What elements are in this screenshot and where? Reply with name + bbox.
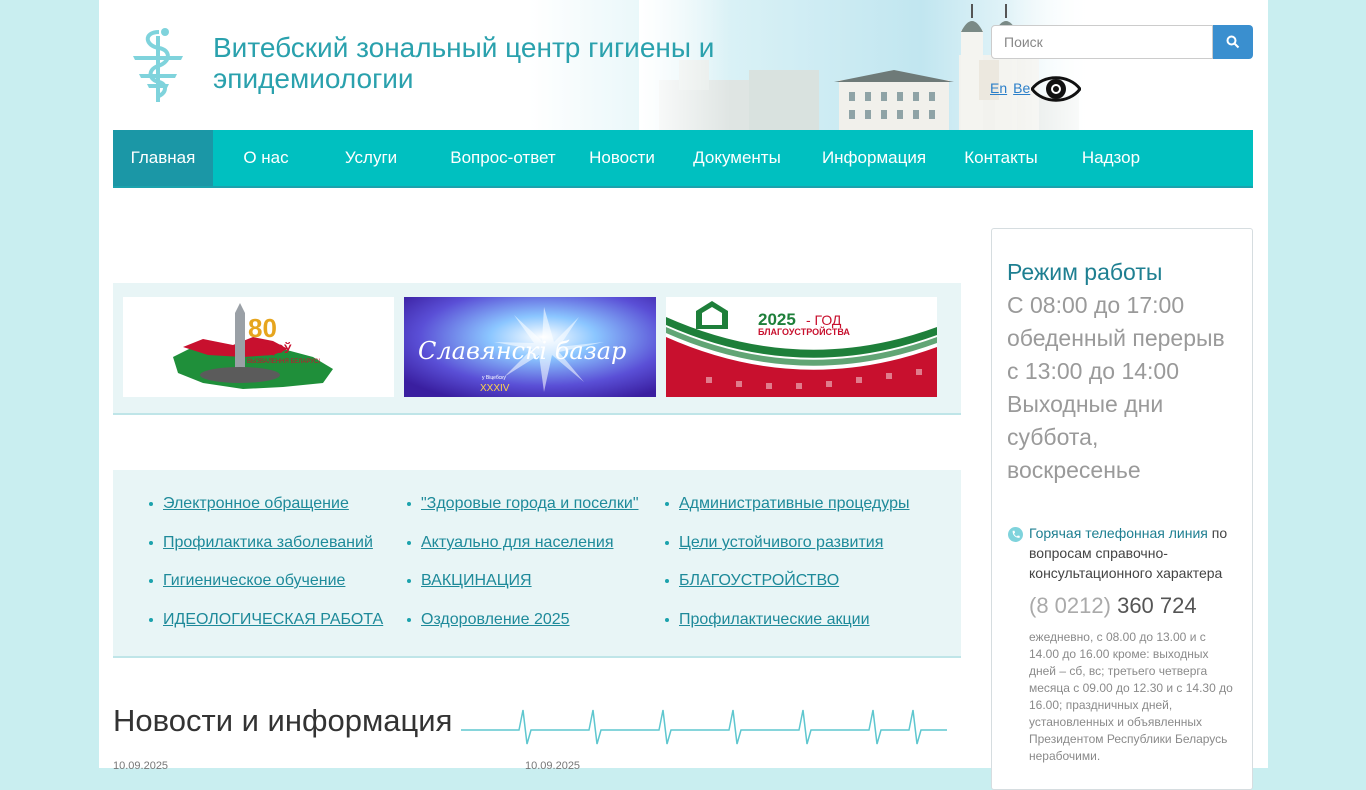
banner3-year-word: - ГОД: [806, 312, 842, 328]
working-hours-panel: Режим работы С 08:00 до 17:00 обеденный …: [991, 228, 1253, 790]
banner3-sub: БЛАГОУСТРОЙСТВА: [758, 326, 850, 337]
quick-link[interactable]: Профилактика заболеваний: [149, 534, 373, 552]
quick-link-label[interactable]: Профилактика заболеваний: [163, 534, 373, 551]
site-title[interactable]: Витебский зональный центр гигиены и эпид…: [213, 32, 813, 94]
quick-link-label[interactable]: БЛАГОУСТРОЙСТВО: [679, 572, 839, 589]
bullet-icon: [149, 617, 153, 622]
quick-link[interactable]: Оздоровление 2025: [407, 611, 570, 629]
bullet-icon: [149, 578, 153, 583]
working-hours-line: С 08:00 до 17:00: [1007, 292, 1185, 318]
caduceus-logo-icon: [133, 28, 183, 102]
header: Витебский зональный центр гигиены и эпид…: [99, 0, 1268, 130]
quick-link[interactable]: Гигиеническое обучение: [149, 572, 345, 590]
nav-item-home[interactable]: Главная: [113, 130, 213, 186]
banner-slavianski-bazaar-image: Славянскі базар у Віцебску XXXIV: [404, 297, 656, 397]
hotline-label: Горячая телефонная линия: [1029, 525, 1208, 541]
page: Витебский зональный центр гигиены и эпид…: [99, 0, 1268, 790]
nav-item-faq[interactable]: Вопрос-ответ: [433, 130, 573, 186]
quick-links-box: Электронное обращение Профилактика забол…: [113, 470, 961, 658]
language-switcher: En Be: [990, 80, 1036, 96]
hotline-schedule: ежедневно, с 08.00 до 13.00 и с 14.00 до…: [1029, 630, 1233, 763]
nav-item-news[interactable]: Новости: [576, 130, 668, 186]
quick-link[interactable]: Актуально для населения: [407, 534, 613, 552]
quick-link-label[interactable]: Оздоровление 2025: [421, 611, 570, 628]
working-hours-line: Выходные дни: [1007, 391, 1164, 417]
banner1-label: ГАДОЎ: [251, 341, 292, 356]
news-date: 10.09.2025: [525, 760, 581, 772]
news-section-title: Новости и информация: [113, 703, 453, 738]
banner1-number: 80: [248, 313, 277, 343]
bullet-icon: [407, 617, 411, 622]
phone-number: 360 724: [1117, 593, 1197, 618]
quick-link[interactable]: Профилактические акции: [665, 611, 870, 629]
nav-item-about[interactable]: О нас: [216, 130, 316, 186]
lang-en-link[interactable]: En: [990, 80, 1007, 96]
news-date: 10.09.2025: [113, 760, 169, 772]
quick-link-label[interactable]: Административные процедуры: [679, 495, 909, 512]
quick-link-label[interactable]: Цели устойчивого развития: [679, 534, 883, 551]
search-button[interactable]: [1213, 25, 1253, 59]
search-input[interactable]: [991, 25, 1213, 59]
bullet-icon: [407, 540, 411, 545]
banner-80-years-liberation[interactable]: 80 ГАДОЎ ВЫЗВАЛЕННЯ БЕЛАРУСІ: [123, 297, 394, 397]
quick-link-label[interactable]: Профилактические акции: [679, 611, 870, 628]
working-hours-line: воскресенье: [1007, 457, 1141, 483]
nav-item-information[interactable]: Информация: [810, 130, 938, 186]
bullet-icon: [407, 578, 411, 583]
site-title-line1[interactable]: Витебский зональный центр гигиены и: [213, 32, 813, 63]
bullet-icon: [665, 578, 669, 583]
quick-link-label[interactable]: ВАКЦИНАЦИЯ: [421, 572, 532, 589]
bullet-icon: [665, 617, 669, 622]
hotline-phone[interactable]: (8 0212) 360 724: [1029, 593, 1197, 619]
quick-link[interactable]: "Здоровые города и поселки": [407, 495, 639, 513]
quick-link[interactable]: Цели устойчивого развития: [665, 534, 883, 552]
banner-2025-image: 2025 - ГОД БЛАГОУСТРОЙСТВА: [666, 301, 937, 397]
banner-2025-year-of-improvement[interactable]: 2025 - ГОД БЛАГОУСТРОЙСТВА: [666, 297, 937, 397]
banner2-sub: у Віцебску: [482, 375, 506, 381]
working-hours-title: Режим работы: [1007, 259, 1163, 285]
quick-link-label[interactable]: Гигиеническое обучение: [163, 572, 345, 589]
banner1-sub: ВЫЗВАЛЕННЯ БЕЛАРУСІ: [247, 359, 320, 365]
nav-item-supervision[interactable]: Надзор: [1061, 130, 1161, 186]
bullet-icon: [407, 501, 411, 506]
nav-item-services[interactable]: Услуги: [321, 130, 421, 186]
main-nav: Главная О нас Услуги Вопрос-ответ Новост…: [113, 130, 1253, 188]
phone-icon: [1008, 527, 1023, 542]
quick-link[interactable]: БЛАГОУСТРОЙСТВО: [665, 572, 839, 590]
search-icon: [1226, 35, 1240, 49]
bullet-icon: [665, 501, 669, 506]
bullet-icon: [149, 501, 153, 506]
quick-link-label[interactable]: ИДЕОЛОГИЧЕСКАЯ РАБОТА: [163, 611, 383, 628]
quick-link[interactable]: ИДЕОЛОГИЧЕСКАЯ РАБОТА: [149, 611, 383, 629]
working-hours-line: обеденный перерыв: [1007, 325, 1225, 351]
hotline-text: Горячая телефонная линия по вопросам спр…: [1029, 523, 1244, 583]
bullet-icon: [665, 540, 669, 545]
phone-code: (8 0212): [1029, 593, 1111, 618]
banner-slavianski-bazaar[interactable]: Славянскі базар у Віцебску XXXIV: [404, 297, 656, 397]
quick-link-label[interactable]: Электронное обращение: [163, 495, 349, 512]
quick-link[interactable]: Административные процедуры: [665, 495, 909, 513]
quick-link-label[interactable]: "Здоровые города и поселки": [421, 495, 639, 512]
working-hours-line: суббота,: [1007, 424, 1099, 450]
banner2-title: Славянскі базар: [418, 337, 626, 365]
search-box: [991, 25, 1253, 59]
working-hours-line: с 13:00 до 14:00: [1007, 358, 1179, 384]
lang-be-link[interactable]: Be: [1013, 80, 1030, 96]
banner2-number: XXXIV: [480, 383, 510, 394]
quick-link[interactable]: Электронное обращение: [149, 495, 349, 513]
heartbeat-line-icon: [461, 709, 947, 745]
site-title-line2[interactable]: эпидемиологии: [213, 63, 813, 94]
banner-80-years-image: 80 ГАДОЎ ВЫЗВАЛЕННЯ БЕЛАРУСІ: [173, 303, 333, 389]
bullet-icon: [149, 540, 153, 545]
quick-link-label[interactable]: Актуально для населения: [421, 534, 613, 551]
accessibility-eye-icon[interactable]: [1031, 72, 1081, 106]
quick-link[interactable]: ВАКЦИНАЦИЯ: [407, 572, 532, 590]
banner-strip: 80 ГАДОЎ ВЫЗВАЛЕННЯ БЕЛАРУСІ Славянскі б…: [113, 283, 961, 415]
nav-item-documents[interactable]: Документы: [681, 130, 793, 186]
nav-item-contacts[interactable]: Контакты: [951, 130, 1051, 186]
